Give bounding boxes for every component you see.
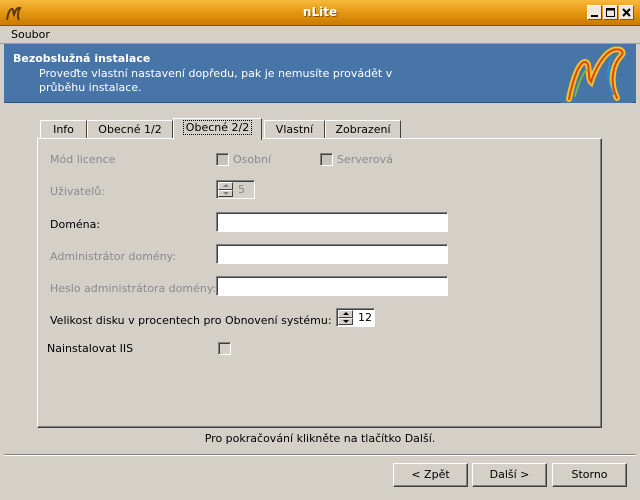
restore-disk-value: 12: [358, 311, 372, 324]
nlite-banner-logo-icon: [561, 44, 633, 103]
maximize-icon[interactable]: [603, 5, 618, 20]
divider: [4, 454, 636, 456]
tab-custom[interactable]: Vlastní: [264, 120, 325, 139]
domain-field[interactable]: [216, 212, 448, 232]
footer-hint: Pro pokračování klikněte na tlačítko Dal…: [204, 432, 436, 445]
spin-up-icon[interactable]: [218, 182, 233, 190]
users-value: 5: [238, 183, 245, 196]
page-title: Bezobslužná instalace: [13, 52, 151, 65]
users-label: Uživatelů:: [50, 185, 105, 198]
tab-general-2[interactable]: Obecné 2/2: [173, 118, 262, 140]
spin-down-icon[interactable]: [218, 190, 233, 197]
domain-admin-field[interactable]: [216, 244, 448, 264]
domain-admin-password-field[interactable]: [216, 276, 448, 296]
spin-down-icon[interactable]: [338, 318, 353, 325]
install-iis-checkbox[interactable]: [218, 342, 231, 355]
spin-up-icon[interactable]: [338, 310, 353, 318]
next-button[interactable]: Další >: [472, 463, 547, 487]
license-personal-checkbox[interactable]: [216, 153, 229, 166]
title-bar[interactable]: nLite: [0, 0, 640, 26]
domain-label: Doména:: [50, 218, 101, 231]
menu-soubor[interactable]: Soubor: [11, 28, 50, 41]
restore-disk-stepper[interactable]: 12: [336, 308, 375, 327]
users-stepper[interactable]: 5: [216, 180, 255, 199]
tab-general-1[interactable]: Obecné 1/2: [87, 120, 173, 139]
tab-display[interactable]: Zobrazení: [325, 120, 401, 139]
cancel-button[interactable]: Storno: [552, 463, 627, 487]
domain-admin-label: Administrátor domény:: [50, 250, 177, 263]
license-personal-label: Osobní: [233, 153, 272, 166]
install-iis-label: Nainstalovat IIS: [47, 342, 134, 355]
header-banner: Bezobslužná instalace Proveďte vlastní n…: [4, 44, 636, 103]
license-server-checkbox[interactable]: [320, 153, 333, 166]
window-title: nLite: [302, 5, 338, 19]
close-icon[interactable]: [619, 5, 634, 20]
license-server-label: Serverová: [337, 153, 393, 166]
restore-disk-label: Velikost disku v procentech pro Obnovení…: [50, 314, 332, 327]
tab-info[interactable]: Info: [40, 120, 87, 139]
menu-bar: Soubor: [0, 26, 640, 44]
license-mode-label: Mód licence: [50, 153, 116, 166]
minimize-icon[interactable]: [587, 5, 602, 20]
back-button[interactable]: < Zpět: [393, 463, 468, 487]
page-description: Proveďte vlastní nastavení dopředu, pak …: [39, 67, 393, 94]
domain-admin-password-label: Heslo administrátora domény:: [50, 282, 217, 295]
